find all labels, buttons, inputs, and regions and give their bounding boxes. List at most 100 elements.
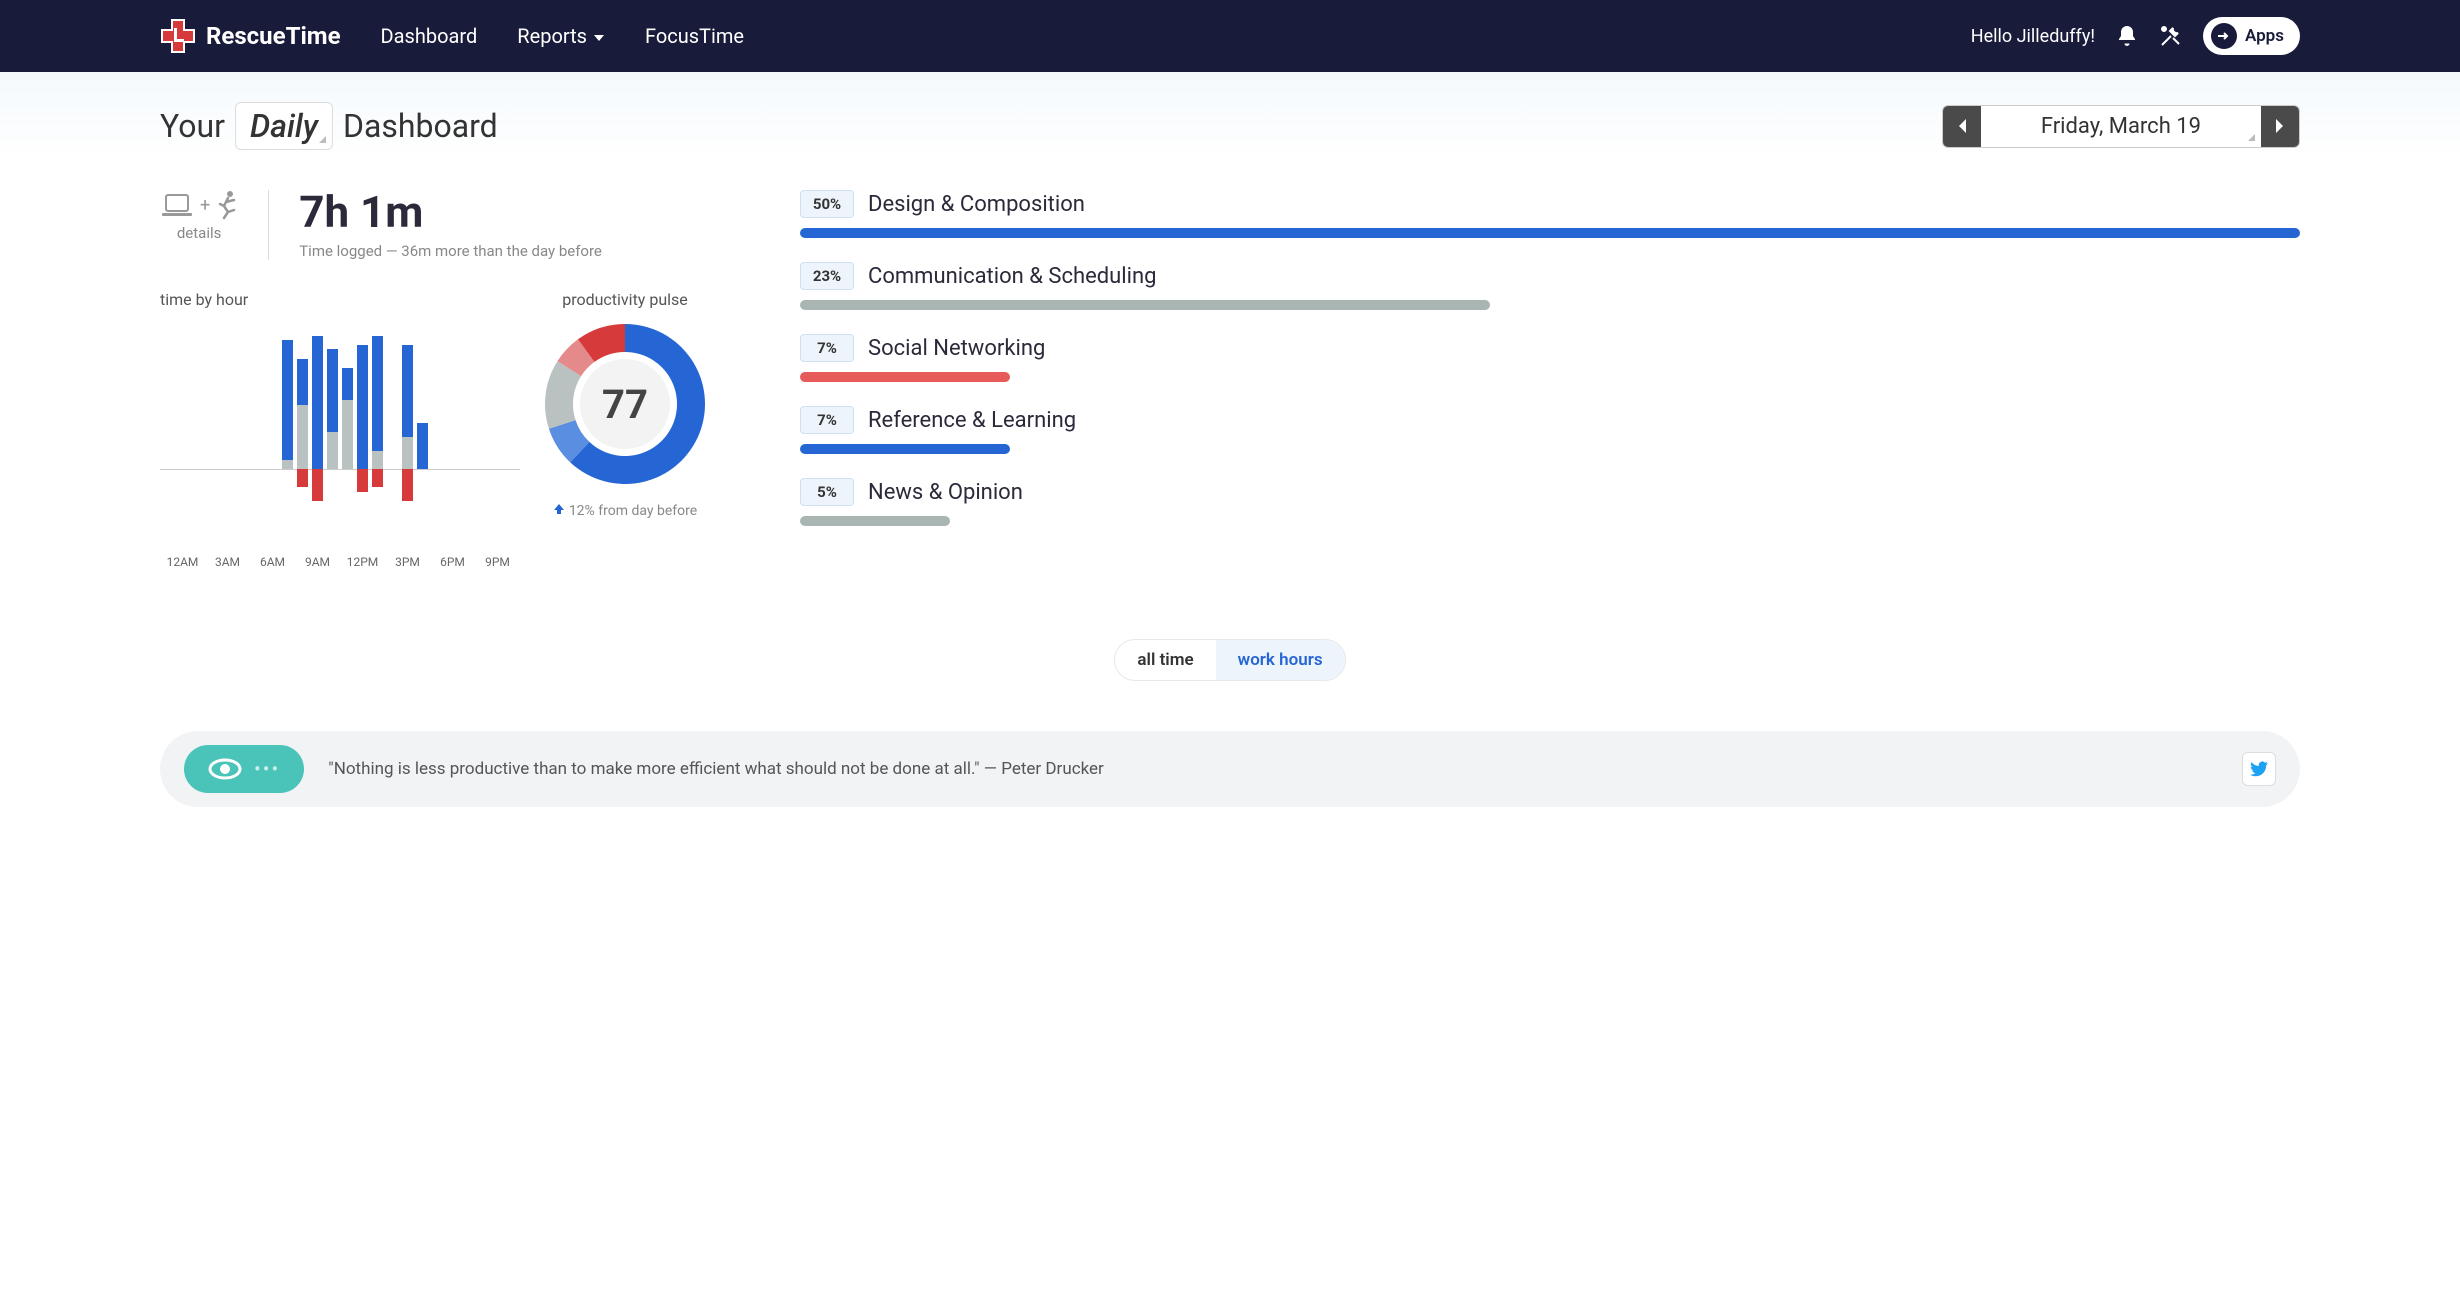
pulse-title: productivity pulse xyxy=(540,290,710,309)
brand-logo[interactable]: RescueTime xyxy=(160,18,341,54)
hour-bar[interactable] xyxy=(355,319,370,509)
pulse-donut[interactable]: 77 xyxy=(540,319,710,489)
category-bar xyxy=(800,228,2300,238)
hour-bar[interactable] xyxy=(220,319,235,509)
time-scope-toggle: all time work hours xyxy=(0,639,2460,681)
hour-bar[interactable] xyxy=(505,319,520,509)
hour-bars xyxy=(160,319,520,509)
categories-list: 50% Design & Composition 23% Communication … xyxy=(800,190,2300,569)
nav-focustime[interactable]: FocusTime xyxy=(645,24,744,48)
category-name: Social Networking xyxy=(868,336,1045,361)
category-percent: 23% xyxy=(800,262,854,290)
running-person-icon xyxy=(214,190,238,220)
nav-reports-label: Reports xyxy=(517,24,587,48)
date-navigator: Friday, March 19 xyxy=(1942,105,2300,148)
time-by-hour-chart: time by hour 12AM3AM6AM9AM12PM3PM6PM9PM xyxy=(160,290,520,569)
hour-bar[interactable] xyxy=(370,319,385,509)
nav-dashboard-label: Dashboard xyxy=(381,24,478,48)
date-display[interactable]: Friday, March 19 xyxy=(1981,106,2261,147)
date-prev-button[interactable] xyxy=(1943,106,1981,147)
brand-name: RescueTime xyxy=(206,22,341,50)
charts-row: time by hour 12AM3AM6AM9AM12PM3PM6PM9PM … xyxy=(160,290,740,569)
divider xyxy=(268,190,269,260)
category-name: Communication & Scheduling xyxy=(868,264,1157,289)
hour-bar[interactable] xyxy=(340,319,355,509)
category-row[interactable]: 23% Communication & Scheduling xyxy=(800,262,2300,310)
hour-bar[interactable] xyxy=(310,319,325,509)
time-logged-block: 7h 1m Time logged — 36m more than the da… xyxy=(299,190,602,260)
hour-bar[interactable] xyxy=(160,319,175,509)
hour-bar[interactable] xyxy=(295,319,310,509)
date-next-button[interactable] xyxy=(2261,106,2299,147)
tweet-button[interactable] xyxy=(2242,752,2276,786)
period-selector[interactable]: Daily xyxy=(235,102,333,150)
hour-bar[interactable] xyxy=(460,319,475,509)
category-percent: 7% xyxy=(800,334,854,362)
hour-tick-label: 9AM xyxy=(295,555,340,569)
hour-bar[interactable] xyxy=(430,319,445,509)
hour-bar[interactable] xyxy=(205,319,220,509)
pulse-value: 77 xyxy=(576,355,674,453)
bell-icon[interactable] xyxy=(2115,24,2139,48)
tools-icon[interactable] xyxy=(2159,24,2183,48)
quote-text: "Nothing is less productive than to make… xyxy=(328,759,2218,779)
main-content: + details 7h 1m Time logged — 36m more t… xyxy=(0,160,2460,609)
category-bar xyxy=(800,444,1010,454)
category-row[interactable]: 50% Design & Composition xyxy=(800,190,2300,238)
hour-bar[interactable] xyxy=(490,319,505,509)
laptop-icon xyxy=(160,191,196,219)
title-dashboard: Dashboard xyxy=(343,107,498,145)
category-name: Design & Composition xyxy=(868,192,1085,217)
chevron-down-icon xyxy=(593,24,605,48)
pulse-delta-text: 12% from day before xyxy=(569,503,697,519)
hour-bar[interactable] xyxy=(400,319,415,509)
hour-bar[interactable] xyxy=(385,319,400,509)
apps-button[interactable]: Apps xyxy=(2203,17,2300,55)
nav-dashboard[interactable]: Dashboard xyxy=(381,24,478,48)
hour-bar[interactable] xyxy=(190,319,205,509)
hour-tick-label: 3AM xyxy=(205,555,250,569)
twitter-icon xyxy=(2250,761,2268,777)
left-column: + details 7h 1m Time logged — 36m more t… xyxy=(160,190,740,569)
toggle-all-time[interactable]: all time xyxy=(1115,640,1215,680)
category-row[interactable]: 5%News & Opinion xyxy=(800,478,2300,526)
arrow-up-icon xyxy=(553,503,565,519)
hour-bar[interactable] xyxy=(175,319,190,509)
greeting: Hello Jilleduffy! xyxy=(1971,26,2095,47)
page-title: Your Daily Dashboard xyxy=(160,102,498,150)
nav-reports[interactable]: Reports xyxy=(517,24,605,48)
category-percent: 50% xyxy=(800,190,854,218)
details-icons: + xyxy=(160,190,238,220)
hour-chart-canvas[interactable] xyxy=(160,319,520,509)
hour-bar[interactable] xyxy=(325,319,340,509)
topbar-right: Hello Jilleduffy! Apps xyxy=(1971,17,2300,55)
hour-bar[interactable] xyxy=(265,319,280,509)
hour-bar[interactable] xyxy=(235,319,250,509)
total-time: 7h 1m xyxy=(299,190,602,234)
hour-bar[interactable] xyxy=(280,319,295,509)
category-bar xyxy=(800,516,950,526)
hour-bar[interactable] xyxy=(475,319,490,509)
summary-row: + details 7h 1m Time logged — 36m more t… xyxy=(160,190,740,260)
hour-bar[interactable] xyxy=(445,319,460,509)
toggle-work-hours[interactable]: work hours xyxy=(1216,640,1345,680)
category-row[interactable]: 7%Reference & Learning xyxy=(800,406,2300,454)
main-nav: Dashboard Reports FocusTime xyxy=(381,24,744,48)
eye-icon xyxy=(208,758,242,780)
productivity-pulse-chart: productivity pulse 77 12% from day befor… xyxy=(540,290,710,569)
hour-bar[interactable] xyxy=(250,319,265,509)
pulse-delta: 12% from day before xyxy=(540,503,710,519)
hour-tick-label: 12AM xyxy=(160,555,205,569)
category-bar xyxy=(800,300,1490,310)
dots-icon: ••• xyxy=(254,757,280,781)
details-link[interactable]: + details xyxy=(160,190,238,242)
category-row[interactable]: 7% Social Networking xyxy=(800,334,2300,382)
category-percent: 7% xyxy=(800,406,854,434)
apps-label: Apps xyxy=(2245,26,2284,46)
hour-bar[interactable] xyxy=(415,319,430,509)
hour-axis-labels: 12AM3AM6AM9AM12PM3PM6PM9PM xyxy=(160,555,520,569)
hour-tick-label: 3PM xyxy=(385,555,430,569)
hour-chart-title: time by hour xyxy=(160,290,520,309)
nav-focustime-label: FocusTime xyxy=(645,24,744,48)
insights-button[interactable]: ••• xyxy=(184,745,304,793)
